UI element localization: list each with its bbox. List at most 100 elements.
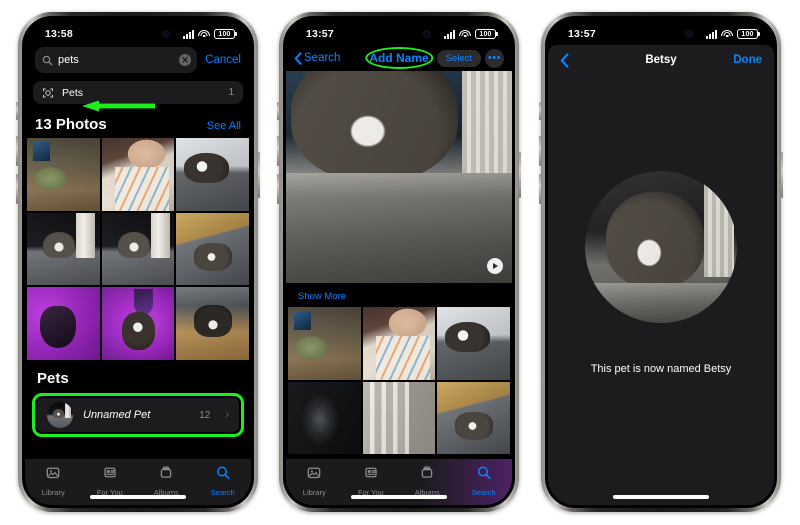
albums-icon <box>418 464 436 486</box>
for-you-icon <box>101 464 119 486</box>
power-button[interactable] <box>781 152 783 198</box>
photo-cat-highchair[interactable] <box>27 138 100 211</box>
hero-photo[interactable] <box>286 71 512 283</box>
photo-cat-under-wood-table[interactable] <box>176 287 249 360</box>
photo-cat-scratching-post-2[interactable] <box>101 212 175 286</box>
dynamic-island <box>99 24 177 43</box>
pet-portrait-betsy[interactable] <box>585 171 737 323</box>
search-input[interactable]: pets ✕ <box>35 47 198 73</box>
photo-cat-on-table[interactable] <box>176 212 249 286</box>
pet-name-label: Unnamed Pet <box>83 409 151 422</box>
photo-thumbnail <box>288 381 361 455</box>
tab-albums[interactable]: Albums <box>138 464 195 497</box>
home-indicator[interactable] <box>351 495 447 499</box>
volume-up-button[interactable] <box>277 136 279 166</box>
tab-label: Library <box>302 488 326 497</box>
see-all-link[interactable]: See All <box>207 120 241 132</box>
tab-label: Library <box>41 488 65 497</box>
power-button[interactable] <box>519 152 521 198</box>
dynamic-island <box>360 24 438 43</box>
tab-search[interactable]: Search <box>195 464 252 497</box>
photo-radiator[interactable] <box>362 381 436 455</box>
tab-search[interactable]: Search <box>456 464 513 497</box>
suggestion-count: 1 <box>228 87 234 98</box>
photo-thumbnail <box>437 381 510 455</box>
home-indicator[interactable] <box>90 495 186 499</box>
phone-1-bezel: 13:58 100 pets ✕ Cancel Pets 1 13 Photos… <box>22 16 254 508</box>
photo-cat-purple-light-2[interactable] <box>101 287 175 361</box>
for-you-icon <box>362 464 380 486</box>
search-icon <box>475 464 493 486</box>
photo-thumbnail <box>288 307 361 380</box>
tab-albums[interactable]: Albums <box>399 464 456 497</box>
power-button[interactable] <box>258 152 260 198</box>
home-indicator[interactable] <box>613 495 709 499</box>
back-label: Search <box>304 52 341 64</box>
cancel-button[interactable]: Cancel <box>205 54 241 66</box>
phone-3-screen: 13:57 100 Betsy Done This pet is now nam… <box>548 19 774 505</box>
volume-down-button[interactable] <box>277 174 279 204</box>
screenshot-stage: 13:58 100 pets ✕ Cancel Pets 1 13 Photos… <box>0 0 800 525</box>
more-ellipsis-icon[interactable]: ••• <box>485 48 504 68</box>
select-button[interactable]: Select <box>436 49 481 67</box>
volume-up-button[interactable] <box>16 136 18 166</box>
phone-3-bezel: 13:57 100 Betsy Done This pet is now nam… <box>545 16 777 508</box>
clear-text-icon[interactable]: ✕ <box>179 54 192 66</box>
battery-level: 100 <box>479 30 492 38</box>
volume-up-button[interactable] <box>539 136 541 166</box>
photo-cat-on-sofa[interactable] <box>437 307 510 380</box>
photo-cat-on-table[interactable] <box>437 381 510 455</box>
pet-detail-sheet: Betsy Done This pet is now named Betsy <box>548 45 774 505</box>
photo-cat-on-sofa[interactable] <box>176 138 249 211</box>
add-name-button[interactable]: Add Name <box>369 51 428 65</box>
mute-switch[interactable] <box>539 102 541 120</box>
tab-for-you[interactable]: For You <box>82 464 139 497</box>
volume-down-button[interactable] <box>16 174 18 204</box>
photo-thumbnail <box>27 138 100 211</box>
photo-dark-blur[interactable] <box>288 381 361 455</box>
tab-library[interactable]: Library <box>25 464 82 497</box>
chevron-right-icon: › <box>225 409 229 422</box>
albums-icon <box>157 464 175 486</box>
cellular-bars-icon <box>444 29 455 39</box>
suggestion-label: Pets <box>62 86 84 99</box>
mute-switch[interactable] <box>16 102 18 120</box>
search-icon <box>42 55 53 65</box>
photo-thumbnail <box>437 307 510 380</box>
photo-thumbnail <box>176 138 249 211</box>
done-button[interactable]: Done <box>733 54 762 66</box>
pet-photo-count: 12 <box>199 409 211 421</box>
show-more-button[interactable]: Show More <box>286 283 512 307</box>
photo-cat-scratching-post-1[interactable] <box>27 212 100 286</box>
chevron-left-icon[interactable] <box>560 52 569 68</box>
status-indicators: 100 <box>706 25 758 39</box>
battery-icon: 100 <box>475 29 496 39</box>
wifi-icon <box>459 29 471 39</box>
dynamic-island <box>622 24 700 43</box>
phone-2-bezel: 13:57 100 Search Add Name Select ••• Sho… <box>283 16 515 508</box>
photo-thumbnail <box>176 212 249 286</box>
photo-baby-blanket[interactable] <box>101 138 175 211</box>
photo-cat-highchair[interactable] <box>288 307 361 380</box>
pets-section-title: Pets <box>37 370 69 388</box>
tab-for-you[interactable]: For You <box>343 464 400 497</box>
search-query-text: pets <box>58 54 79 66</box>
back-to-search-button[interactable]: Search <box>294 51 341 65</box>
library-icon <box>305 464 323 486</box>
volume-down-button[interactable] <box>539 174 541 204</box>
battery-icon: 100 <box>737 29 758 39</box>
photo-thumbnail <box>362 381 436 455</box>
photo-grid <box>25 138 251 361</box>
photo-baby-blanket[interactable] <box>362 307 436 380</box>
photo-cat-purple-light-1[interactable] <box>27 287 100 360</box>
play-badge-icon[interactable] <box>487 258 503 274</box>
tab-library[interactable]: Library <box>286 464 343 497</box>
phone-2-nav-bar: Search Add Name Select ••• <box>286 45 512 71</box>
photo-thumbnail <box>27 212 100 286</box>
photo-thumbnail <box>176 287 249 360</box>
pet-detail-body: This pet is now named Betsy <box>548 75 774 505</box>
phone-1-search-results: 13:58 100 pets ✕ Cancel Pets 1 13 Photos… <box>16 12 260 512</box>
pet-row-unnamed-pet[interactable]: Unnamed Pet 12 › <box>37 398 239 433</box>
mute-switch[interactable] <box>277 102 279 120</box>
photo-thumbnail <box>101 287 175 361</box>
